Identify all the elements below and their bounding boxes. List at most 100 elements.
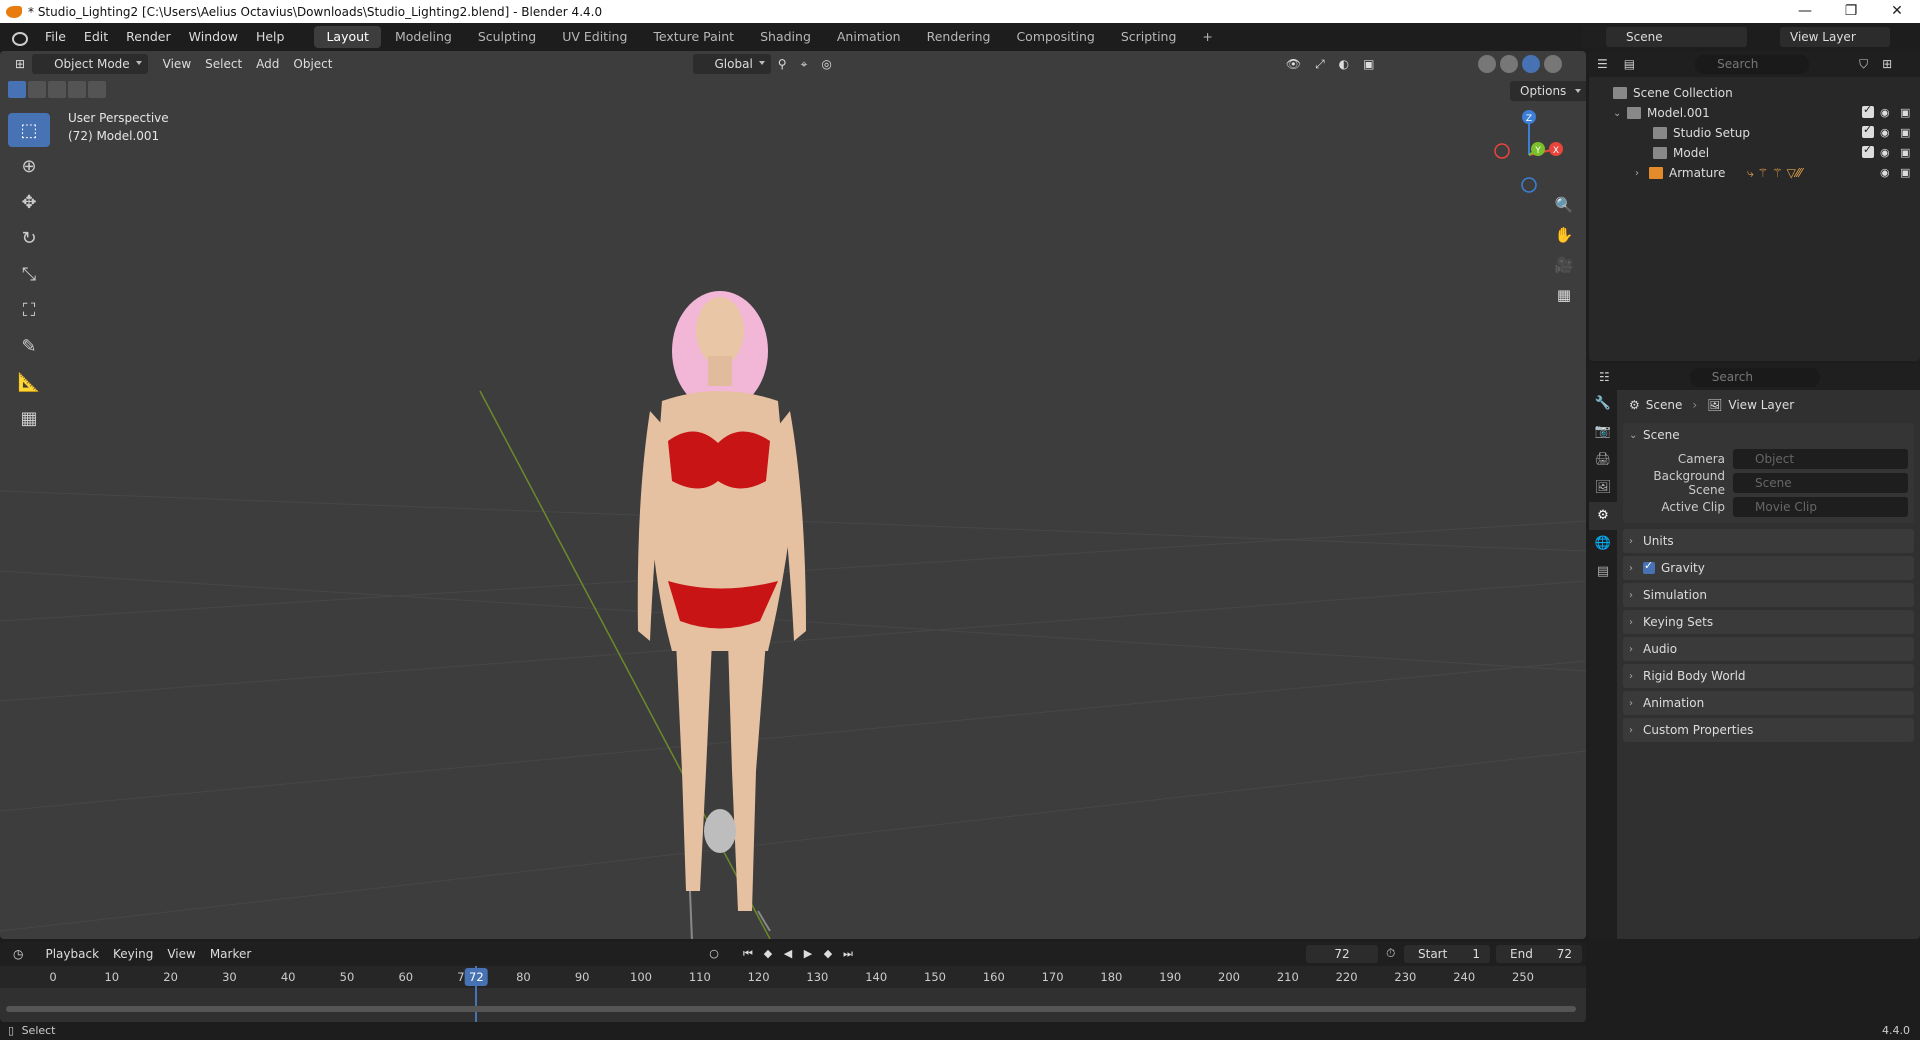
- exclude-checkbox[interactable]: [1862, 103, 1874, 118]
- tab-scripting[interactable]: Scripting: [1109, 26, 1189, 48]
- solid-shading-icon[interactable]: [1500, 55, 1518, 73]
- outliner-row-model-001[interactable]: ⌄ Model.001 ◉▣: [1589, 103, 1920, 123]
- properties-search-input[interactable]: Search: [1689, 367, 1820, 387]
- frame-ruler[interactable]: 0102030405060708090100110120130140150160…: [0, 966, 1586, 988]
- camera-icon[interactable]: ▣: [1900, 126, 1914, 140]
- exclude-checkbox[interactable]: [1862, 143, 1874, 158]
- tab-uv-editing[interactable]: UV Editing: [550, 26, 639, 48]
- jump-start-icon[interactable]: ⏮: [740, 946, 756, 962]
- material-preview-shading-icon[interactable]: [1522, 55, 1540, 73]
- tab-compositing[interactable]: Compositing: [1004, 26, 1106, 48]
- zoom-icon[interactable]: 🔍: [1550, 191, 1578, 219]
- view-layer-selector[interactable]: View Layer: [1756, 26, 1920, 48]
- object-menu[interactable]: Object: [286, 54, 339, 74]
- timeline-scrollbar[interactable]: [6, 1006, 1576, 1012]
- section-animation[interactable]: › Animation: [1623, 691, 1914, 715]
- eye-icon[interactable]: ◉: [1880, 106, 1894, 120]
- menu-file[interactable]: File: [36, 23, 75, 51]
- view-layer-tab-icon[interactable]: 🖼: [1589, 474, 1617, 502]
- eye-icon[interactable]: ◉: [1880, 146, 1894, 160]
- select-extend-icon[interactable]: [28, 81, 46, 98]
- tool-tab-icon[interactable]: 🔧: [1589, 390, 1617, 418]
- chevron-down-icon[interactable]: ⌄: [1613, 108, 1627, 119]
- prev-keyframe-icon[interactable]: ◆: [760, 946, 776, 962]
- overlay-toggle-icon[interactable]: ◐: [1332, 54, 1356, 74]
- view-layer-field[interactable]: View Layer: [1780, 27, 1890, 47]
- select-menu[interactable]: Select: [198, 54, 249, 74]
- stopwatch-icon[interactable]: ⏱: [1386, 946, 1395, 961]
- camera-view-icon[interactable]: 🎥: [1550, 251, 1578, 279]
- pan-hand-icon[interactable]: ✋: [1550, 221, 1578, 249]
- scale-icon[interactable]: ⤡: [8, 257, 50, 291]
- camera-icon[interactable]: ▣: [1900, 106, 1914, 120]
- add-cube-icon[interactable]: ▦: [8, 401, 50, 435]
- select-intersect-icon[interactable]: [88, 81, 106, 98]
- section-custom-properties[interactable]: › Custom Properties: [1623, 718, 1914, 742]
- orientation-dropdown[interactable]: Global: [692, 54, 771, 74]
- eye-icon[interactable]: ◉: [1880, 166, 1894, 180]
- properties-editor-icon[interactable]: ☷: [1599, 370, 1610, 384]
- tab-shading[interactable]: Shading: [748, 26, 823, 48]
- playhead-frame-label[interactable]: 72: [465, 968, 488, 986]
- ortho-grid-icon[interactable]: ▦: [1550, 281, 1578, 309]
- display-mode-icon[interactable]: ▤: [1624, 57, 1635, 71]
- marker-menu[interactable]: Marker: [203, 944, 258, 964]
- chevron-right-icon[interactable]: ›: [1635, 168, 1649, 179]
- minimize-button[interactable]: —: [1782, 0, 1828, 23]
- next-keyframe-icon[interactable]: ◆: [820, 946, 836, 962]
- section-keying-sets[interactable]: › Keying Sets: [1623, 610, 1914, 634]
- menu-help[interactable]: Help: [247, 23, 294, 51]
- select-new-icon[interactable]: [8, 81, 26, 98]
- camera-icon[interactable]: ▣: [1900, 146, 1914, 160]
- scene-panel-header[interactable]: ⌄ Scene: [1623, 423, 1914, 447]
- proportional-edit-icon[interactable]: ◎: [814, 54, 838, 74]
- filter-icon[interactable]: ⛉: [1859, 57, 1868, 72]
- transform-icon[interactable]: ⛶: [8, 293, 50, 327]
- tab-sculpting[interactable]: Sculpting: [466, 26, 548, 48]
- play-reverse-icon[interactable]: ◀: [780, 946, 796, 962]
- keying-menu[interactable]: Keying: [106, 944, 160, 964]
- outliner-search-input[interactable]: Search: [1695, 54, 1810, 74]
- blender-menu-icon[interactable]: [10, 30, 28, 46]
- jump-end-icon[interactable]: ⏭: [840, 946, 856, 962]
- current-frame-field[interactable]: 72: [1306, 945, 1378, 963]
- wireframe-shading-icon[interactable]: [1478, 55, 1496, 73]
- exclude-checkbox[interactable]: [1862, 123, 1874, 138]
- outliner-editor-icon[interactable]: ☰: [1597, 57, 1608, 71]
- rendered-shading-icon[interactable]: [1544, 55, 1562, 73]
- maximize-button[interactable]: ❐: [1828, 0, 1874, 23]
- timeline-editor-icon[interactable]: ◷: [6, 944, 30, 964]
- end-frame-field[interactable]: End 72: [1496, 945, 1582, 963]
- tab-layout[interactable]: Layout: [314, 26, 381, 48]
- timeline-view-menu[interactable]: View: [160, 944, 202, 964]
- select-difference-icon[interactable]: [68, 81, 86, 98]
- cursor-icon[interactable]: ⊕: [8, 149, 50, 183]
- camera-field[interactable]: Object: [1733, 449, 1908, 469]
- 3d-viewport[interactable]: ⊞ Object Mode View Select Add Object Glo…: [0, 51, 1586, 939]
- rotate-icon[interactable]: ↻: [8, 221, 50, 255]
- menu-window[interactable]: Window: [180, 23, 247, 51]
- section-simulation[interactable]: › Simulation: [1623, 583, 1914, 607]
- record-icon[interactable]: ○: [706, 946, 722, 962]
- close-button[interactable]: ✕: [1874, 0, 1920, 23]
- editor-type-icon[interactable]: ⊞: [8, 54, 32, 74]
- active-clip-field[interactable]: Movie Clip: [1733, 497, 1908, 517]
- play-icon[interactable]: ▶: [800, 946, 816, 962]
- visibility-icon[interactable]: 👁: [1279, 54, 1308, 74]
- outliner-row-armature[interactable]: › Armature ⤷ ⚚ ⚚ ▽⁄⁄⁄ ◉ ▣: [1589, 163, 1920, 183]
- select-subtract-icon[interactable]: [48, 81, 66, 98]
- start-frame-field[interactable]: Start 1: [1404, 945, 1490, 963]
- gizmo-toggle-icon[interactable]: ⤢: [1308, 54, 1332, 74]
- menu-edit[interactable]: Edit: [75, 23, 117, 51]
- annotate-icon[interactable]: ✎: [8, 329, 50, 363]
- scene-selector[interactable]: Scene: [1582, 26, 1747, 48]
- pivot-icon[interactable]: ⚲: [771, 54, 794, 74]
- world-tab-icon[interactable]: 🌐: [1589, 530, 1617, 558]
- tab-animation[interactable]: Animation: [825, 26, 913, 48]
- tab-texture-paint[interactable]: Texture Paint: [641, 26, 746, 48]
- section-audio[interactable]: › Audio: [1623, 637, 1914, 661]
- eye-icon[interactable]: ◉: [1880, 126, 1894, 140]
- render-tab-icon[interactable]: 📷: [1589, 418, 1617, 446]
- section-gravity[interactable]: ›Gravity: [1623, 556, 1914, 580]
- collection-tab-icon[interactable]: ▤: [1589, 558, 1617, 586]
